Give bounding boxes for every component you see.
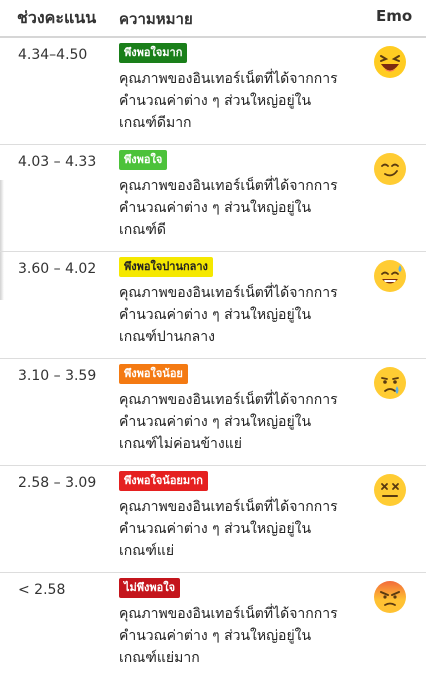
description-line: คำนวณค่าต่าง ๆ ส่วนใหญ่อยู่ใน [119, 521, 312, 537]
rating-table: ช่วงคะแนน ความหมาย Emo 4.34–4.50 พึงพอใจ… [0, 0, 426, 679]
table-row: 4.34–4.50 พึงพอใจมาก คุณภาพของอินเทอร์เน… [0, 38, 426, 145]
description-line: คำนวณค่าต่าง ๆ ส่วนใหญ่อยู่ใน [119, 307, 312, 323]
header-meaning: ความหมาย [119, 10, 193, 28]
rating-description: คุณภาพของอินเทอร์เน็ตที่ได้จากการ คำนวณค… [119, 496, 359, 562]
table-header: ช่วงคะแนน ความหมาย Emo [0, 0, 426, 38]
description-line: คำนวณค่าต่าง ๆ ส่วนใหญ่อยู่ใน [119, 93, 312, 109]
description-line: คุณภาพของอินเทอร์เน็ตที่ได้จากการ [119, 606, 338, 622]
description-line: คำนวณค่าต่าง ๆ ส่วนใหญ่อยู่ใน [119, 200, 312, 216]
rating-badge: พึงพอใจมาก [119, 43, 188, 63]
description-line: เกณฑ์ปานกลาง [119, 329, 215, 345]
smiling-face-icon [374, 153, 406, 185]
description-line: เกณฑ์แย่มาก [119, 650, 200, 666]
header-emo: Emo [376, 7, 413, 25]
table-row: 2.58 – 3.09 พึงพอใจน้อยมาก คุณภาพของอินเ… [0, 466, 426, 573]
crying-face-icon [374, 367, 406, 399]
sweat-smile-face-icon [374, 260, 406, 292]
description-line: เกณฑ์ไม่ค่อนข้างแย่ [119, 436, 242, 452]
description-line: คุณภาพของอินเทอร์เน็ตที่ได้จากการ [119, 178, 338, 194]
rating-badge: พึงพอใจน้อย [119, 364, 188, 384]
description-line: เกณฑ์ดี [119, 222, 166, 238]
description-line: เกณฑ์แย่ [119, 543, 175, 559]
table-row: 3.60 – 4.02 พึงพอใจปานกลาง คุณภาพของอินเ… [0, 252, 426, 359]
description-line: คุณภาพของอินเทอร์เน็ตที่ได้จากการ [119, 499, 338, 515]
rating-badge: พึงพอใจปานกลาง [119, 257, 213, 277]
description-line: คำนวณค่าต่าง ๆ ส่วนใหญ่อยู่ใน [119, 628, 312, 644]
score-range: 3.10 – 3.59 [18, 368, 97, 384]
score-range: 3.60 – 4.02 [18, 261, 97, 277]
score-range: 4.34–4.50 [18, 47, 88, 63]
table-row: < 2.58 ไม่พึงพอใจ คุณภาพของอินเทอร์เน็ตท… [0, 573, 426, 679]
angry-face-icon [374, 581, 406, 613]
rating-badge: พึงพอใจน้อยมาก [119, 471, 208, 491]
score-range: 2.58 – 3.09 [18, 475, 97, 491]
score-range: < 2.58 [18, 582, 66, 598]
rating-description: คุณภาพของอินเทอร์เน็ตที่ได้จากการ คำนวณค… [119, 603, 359, 669]
description-line: คุณภาพของอินเทอร์เน็ตที่ได้จากการ [119, 71, 338, 87]
laughing-face-icon [374, 46, 406, 78]
table-row: 3.10 – 3.59 พึงพอใจน้อย คุณภาพของอินเทอร… [0, 359, 426, 466]
description-line: คุณภาพของอินเทอร์เน็ตที่ได้จากการ [119, 285, 338, 301]
rating-badge: ไม่พึงพอใจ [119, 578, 181, 598]
description-line: คำนวณค่าต่าง ๆ ส่วนใหญ่อยู่ใน [119, 414, 312, 430]
header-range: ช่วงคะแนน [17, 8, 97, 27]
score-range: 4.03 – 4.33 [18, 154, 97, 170]
dizzy-face-icon [374, 474, 406, 506]
rating-description: คุณภาพของอินเทอร์เน็ตที่ได้จากการ คำนวณค… [119, 175, 359, 241]
rating-badge: พึงพอใจ [119, 150, 168, 170]
description-line: คุณภาพของอินเทอร์เน็ตที่ได้จากการ [119, 392, 338, 408]
description-line: เกณฑ์ดีมาก [119, 115, 192, 131]
rating-description: คุณภาพของอินเทอร์เน็ตที่ได้จากการ คำนวณค… [119, 282, 359, 348]
table-row: 4.03 – 4.33 พึงพอใจ คุณภาพของอินเทอร์เน็… [0, 145, 426, 252]
rating-description: คุณภาพของอินเทอร์เน็ตที่ได้จากการ คำนวณค… [119, 389, 359, 455]
rating-description: คุณภาพของอินเทอร์เน็ตที่ได้จากการ คำนวณค… [119, 68, 359, 134]
